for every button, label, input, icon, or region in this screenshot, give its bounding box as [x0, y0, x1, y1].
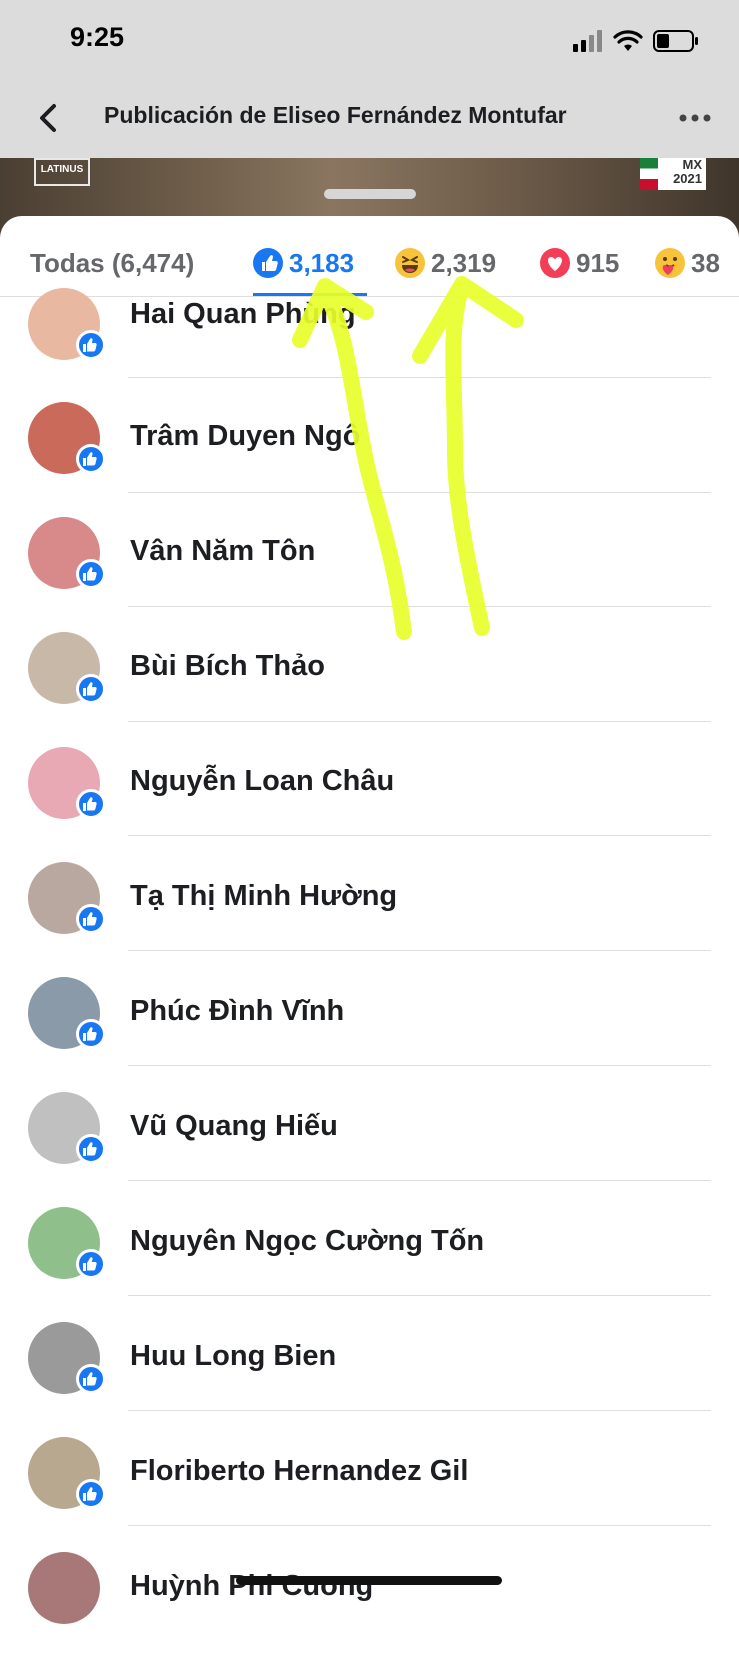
person-name[interactable]: Huu Long Bien	[130, 1340, 336, 1373]
like-badge-icon	[76, 1019, 106, 1049]
wifi-icon	[613, 30, 643, 51]
person-name[interactable]: Trâm Duyen Ngô	[130, 420, 360, 453]
tab-care[interactable]: 38	[655, 230, 720, 296]
person-name[interactable]: Nguyên Ngọc Cường Tốn	[130, 1225, 484, 1258]
divider	[128, 606, 711, 607]
mx2021-badge: MX 2021	[640, 158, 706, 190]
like-badge-icon	[76, 904, 106, 934]
divider	[128, 950, 711, 951]
person-name[interactable]: Vũ Quang Hiếu	[130, 1110, 338, 1143]
list-item[interactable]: Huu Long Bien	[0, 1322, 739, 1437]
tab-label: 915	[576, 247, 620, 278]
list-item[interactable]: Floriberto Hernandez Gil	[0, 1437, 739, 1552]
tab-label: Todas (6,474)	[30, 247, 195, 278]
person-name[interactable]: Tạ Thị Minh Hường	[130, 880, 397, 913]
sheet-grabber[interactable]	[324, 189, 416, 199]
like-badge-icon	[76, 674, 106, 704]
mexico-flag-icon	[640, 158, 658, 190]
list-item[interactable]: Phúc Đình Vĩnh	[0, 977, 739, 1092]
divider	[128, 721, 711, 722]
tab-love[interactable]: 915	[540, 230, 619, 296]
status-bar: 9:25	[0, 0, 739, 80]
like-badge-icon	[76, 789, 106, 819]
divider	[128, 835, 711, 836]
list-item[interactable]: Huỳnh Phi Cuong	[0, 1552, 739, 1667]
nav-bar: Publicación de Eliseo Fernández Montufar	[0, 80, 739, 159]
back-button[interactable]	[30, 98, 70, 138]
more-options-button[interactable]	[677, 102, 713, 134]
tab-label: 2,319	[431, 247, 497, 278]
list-item[interactable]: Trâm Duyen Ngô	[0, 402, 739, 517]
list-item[interactable]: Bùi Bích Thảo	[0, 632, 739, 747]
like-badge-icon	[76, 1479, 106, 1509]
list-item[interactable]: Hai Quan Phùng	[0, 288, 739, 403]
divider	[128, 1180, 711, 1181]
divider	[128, 377, 711, 378]
tab-label: 38	[691, 247, 720, 278]
like-badge-icon	[76, 1364, 106, 1394]
like-badge-icon	[76, 444, 106, 474]
more-icon	[679, 114, 711, 122]
person-name[interactable]: Phúc Đình Vĩnh	[130, 995, 344, 1028]
page-title: Publicación de Eliseo Fernández Montufar	[104, 102, 567, 128]
person-name[interactable]: Nguyễn Loan Châu	[130, 765, 394, 798]
status-time: 9:25	[70, 22, 125, 52]
battery-icon	[653, 30, 698, 52]
divider	[128, 1410, 711, 1411]
like-icon	[253, 248, 283, 278]
chevron-left-icon	[40, 104, 56, 132]
tab-haha[interactable]: 2,319	[395, 230, 496, 296]
list-item[interactable]: Nguyên Ngọc Cường Tốn	[0, 1207, 739, 1322]
like-badge-icon	[76, 330, 106, 360]
divider	[128, 1295, 711, 1296]
divider	[128, 1065, 711, 1066]
love-icon	[540, 248, 570, 278]
cellular-signal-icon	[573, 30, 602, 52]
like-badge-icon	[76, 1249, 106, 1279]
person-name[interactable]: Floriberto Hernandez Gil	[130, 1455, 468, 1488]
person-name[interactable]: Vân Năm Tôn	[130, 535, 315, 568]
tab-all[interactable]: Todas (6,474)	[30, 230, 194, 296]
list-item[interactable]: Nguyễn Loan Châu	[0, 747, 739, 862]
person-name[interactable]: Bùi Bích Thảo	[130, 650, 325, 683]
home-indicator[interactable]	[236, 1576, 502, 1585]
list-item[interactable]: Tạ Thị Minh Hường	[0, 862, 739, 977]
list-item[interactable]: Vũ Quang Hiếu	[0, 1092, 739, 1207]
divider	[128, 492, 711, 493]
status-icons	[573, 26, 699, 56]
haha-icon	[395, 248, 425, 278]
person-name[interactable]: Hai Quan Phùng	[130, 298, 356, 331]
person-name[interactable]: Huỳnh Phi Cuong	[130, 1570, 373, 1603]
tab-label: 3,183	[289, 247, 355, 278]
like-badge-icon	[76, 1134, 106, 1164]
latinus-logo: LATINUS	[34, 158, 90, 186]
avatar[interactable]	[28, 1552, 100, 1624]
divider	[128, 1525, 711, 1526]
tab-like[interactable]: 3,183	[253, 230, 354, 296]
reaction-tabs: Todas (6,474) 3,183 2,319 915 38	[0, 230, 739, 297]
care-icon	[655, 248, 685, 278]
like-badge-icon	[76, 559, 106, 589]
list-item[interactable]: Vân Năm Tôn	[0, 517, 739, 632]
